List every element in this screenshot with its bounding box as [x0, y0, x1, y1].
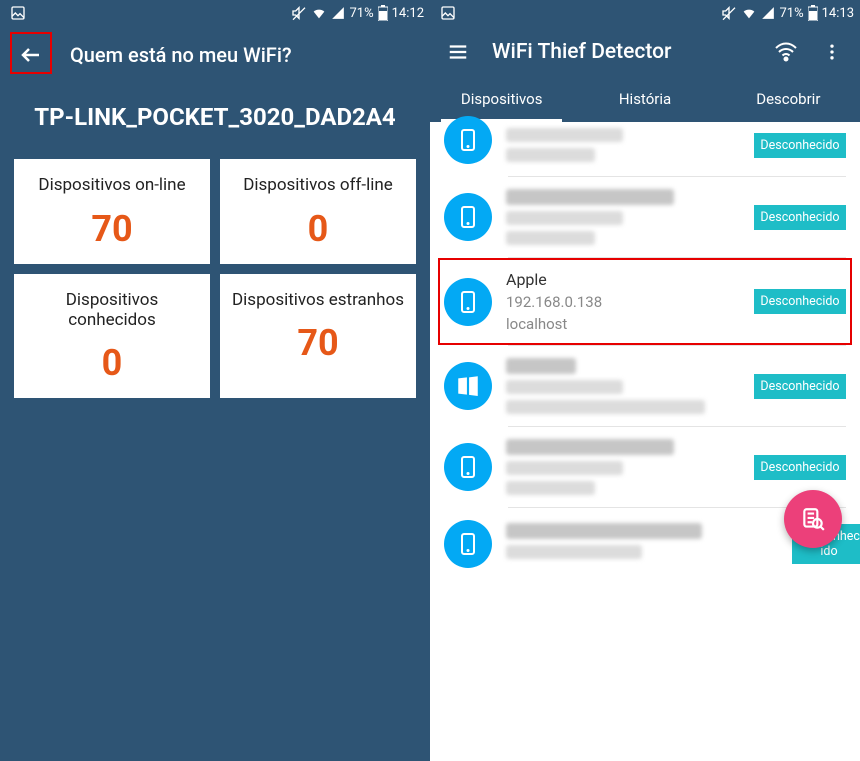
device-row[interactable]: Desconhecido	[430, 346, 860, 426]
stat-value: 70	[230, 322, 406, 364]
wifi-icon	[311, 5, 327, 21]
phone-icon	[444, 193, 492, 241]
network-name: TP-LINK_POCKET_3020_DAD2A4	[0, 84, 430, 159]
device-row[interactable]: Desconhecido	[430, 122, 860, 176]
device-row-apple[interactable]: Apple 192.168.0.138 localhost Desconheci…	[430, 258, 860, 345]
phone-icon	[444, 443, 492, 491]
blurred-text	[506, 211, 623, 225]
phone-icon	[444, 278, 492, 326]
blurred-text	[506, 231, 595, 245]
stat-known[interactable]: Dispositivos conhecidos 0	[14, 274, 210, 399]
blurred-text	[506, 461, 623, 475]
stat-label: Dispositivos on-line	[24, 175, 200, 195]
phone-icon	[444, 116, 492, 164]
left-header: Quem está no meu WiFi?	[0, 26, 430, 84]
blurred-text	[506, 380, 623, 394]
blurred-text	[506, 400, 705, 414]
clock: 14:12	[392, 6, 424, 21]
stat-online[interactable]: Dispositivos on-line 70	[14, 159, 210, 263]
device-info	[506, 358, 740, 414]
tabs: Dispositivos História Descobrir	[430, 78, 860, 122]
windows-icon	[444, 362, 492, 410]
device-ip: 192.168.0.138	[506, 293, 740, 311]
device-host: localhost	[506, 315, 740, 333]
status-badge[interactable]: Desconhecido	[754, 374, 846, 399]
clock: 14:13	[822, 6, 854, 21]
phone-icon	[444, 520, 492, 568]
status-badge[interactable]: Desconhecido	[754, 133, 846, 158]
tab-history[interactable]: História	[573, 78, 716, 122]
app-title: WiFi Thief Detector	[492, 40, 752, 64]
picture-icon	[440, 5, 456, 21]
stat-label: Dispositivos conhecidos	[24, 290, 200, 331]
blurred-text	[506, 189, 674, 205]
device-info	[506, 439, 740, 495]
device-list: Desconhecido Desconhecido Apple 192	[430, 122, 860, 580]
battery-percent: 71%	[349, 6, 373, 21]
stat-strange[interactable]: Dispositivos estranhos 70	[220, 274, 416, 399]
signal-icon	[761, 6, 775, 20]
status-badge[interactable]: Desconhecido	[754, 205, 846, 230]
mute-icon	[721, 5, 737, 21]
device-info	[506, 523, 778, 565]
back-button[interactable]	[14, 38, 48, 72]
signal-icon	[331, 6, 345, 20]
blurred-text	[506, 481, 595, 495]
device-row[interactable]: Desconhecido	[430, 177, 860, 257]
stat-value: 0	[230, 208, 406, 250]
page-title: Quem está no meu WiFi?	[70, 43, 292, 67]
overflow-button[interactable]	[820, 40, 844, 64]
status-badge[interactable]: Desconhecido	[754, 455, 846, 480]
blurred-text	[506, 523, 702, 539]
tab-discover[interactable]: Descobrir	[717, 78, 860, 122]
fab-search[interactable]	[784, 490, 842, 548]
right-header: WiFi Thief Detector	[430, 26, 860, 78]
battery-icon	[378, 5, 388, 21]
status-bar: 71% 14:12	[0, 0, 430, 26]
device-info: Apple 192.168.0.138 localhost	[506, 270, 740, 333]
mute-icon	[291, 5, 307, 21]
wifi-icon	[741, 5, 757, 21]
stat-label: Dispositivos estranhos	[230, 290, 406, 310]
menu-button[interactable]	[446, 40, 470, 64]
wifi-icon[interactable]	[774, 40, 798, 64]
status-badge[interactable]: Desconhecido	[754, 289, 846, 314]
device-info	[506, 128, 740, 162]
stat-label: Dispositivos off-line	[230, 175, 406, 195]
device-name: Apple	[506, 270, 740, 289]
blurred-text	[506, 439, 674, 455]
blurred-text	[506, 545, 642, 559]
battery-percent: 71%	[779, 6, 803, 21]
stat-value: 70	[24, 208, 200, 250]
right-screen: 71% 14:13 WiFi Thief Detector Dispositiv…	[430, 0, 860, 761]
status-bar: 71% 14:13	[430, 0, 860, 26]
blurred-text	[506, 358, 576, 374]
tab-devices[interactable]: Dispositivos	[430, 78, 573, 122]
blurred-text	[506, 128, 623, 142]
device-info	[506, 189, 740, 245]
picture-icon	[10, 5, 26, 21]
left-screen: 71% 14:12 Quem está no meu WiFi? TP-LINK…	[0, 0, 430, 761]
stat-offline[interactable]: Dispositivos off-line 0	[220, 159, 416, 263]
stat-value: 0	[24, 342, 200, 384]
battery-icon	[808, 5, 818, 21]
blurred-text	[506, 148, 595, 162]
stat-grid: Dispositivos on-line 70 Dispositivos off…	[0, 159, 430, 398]
